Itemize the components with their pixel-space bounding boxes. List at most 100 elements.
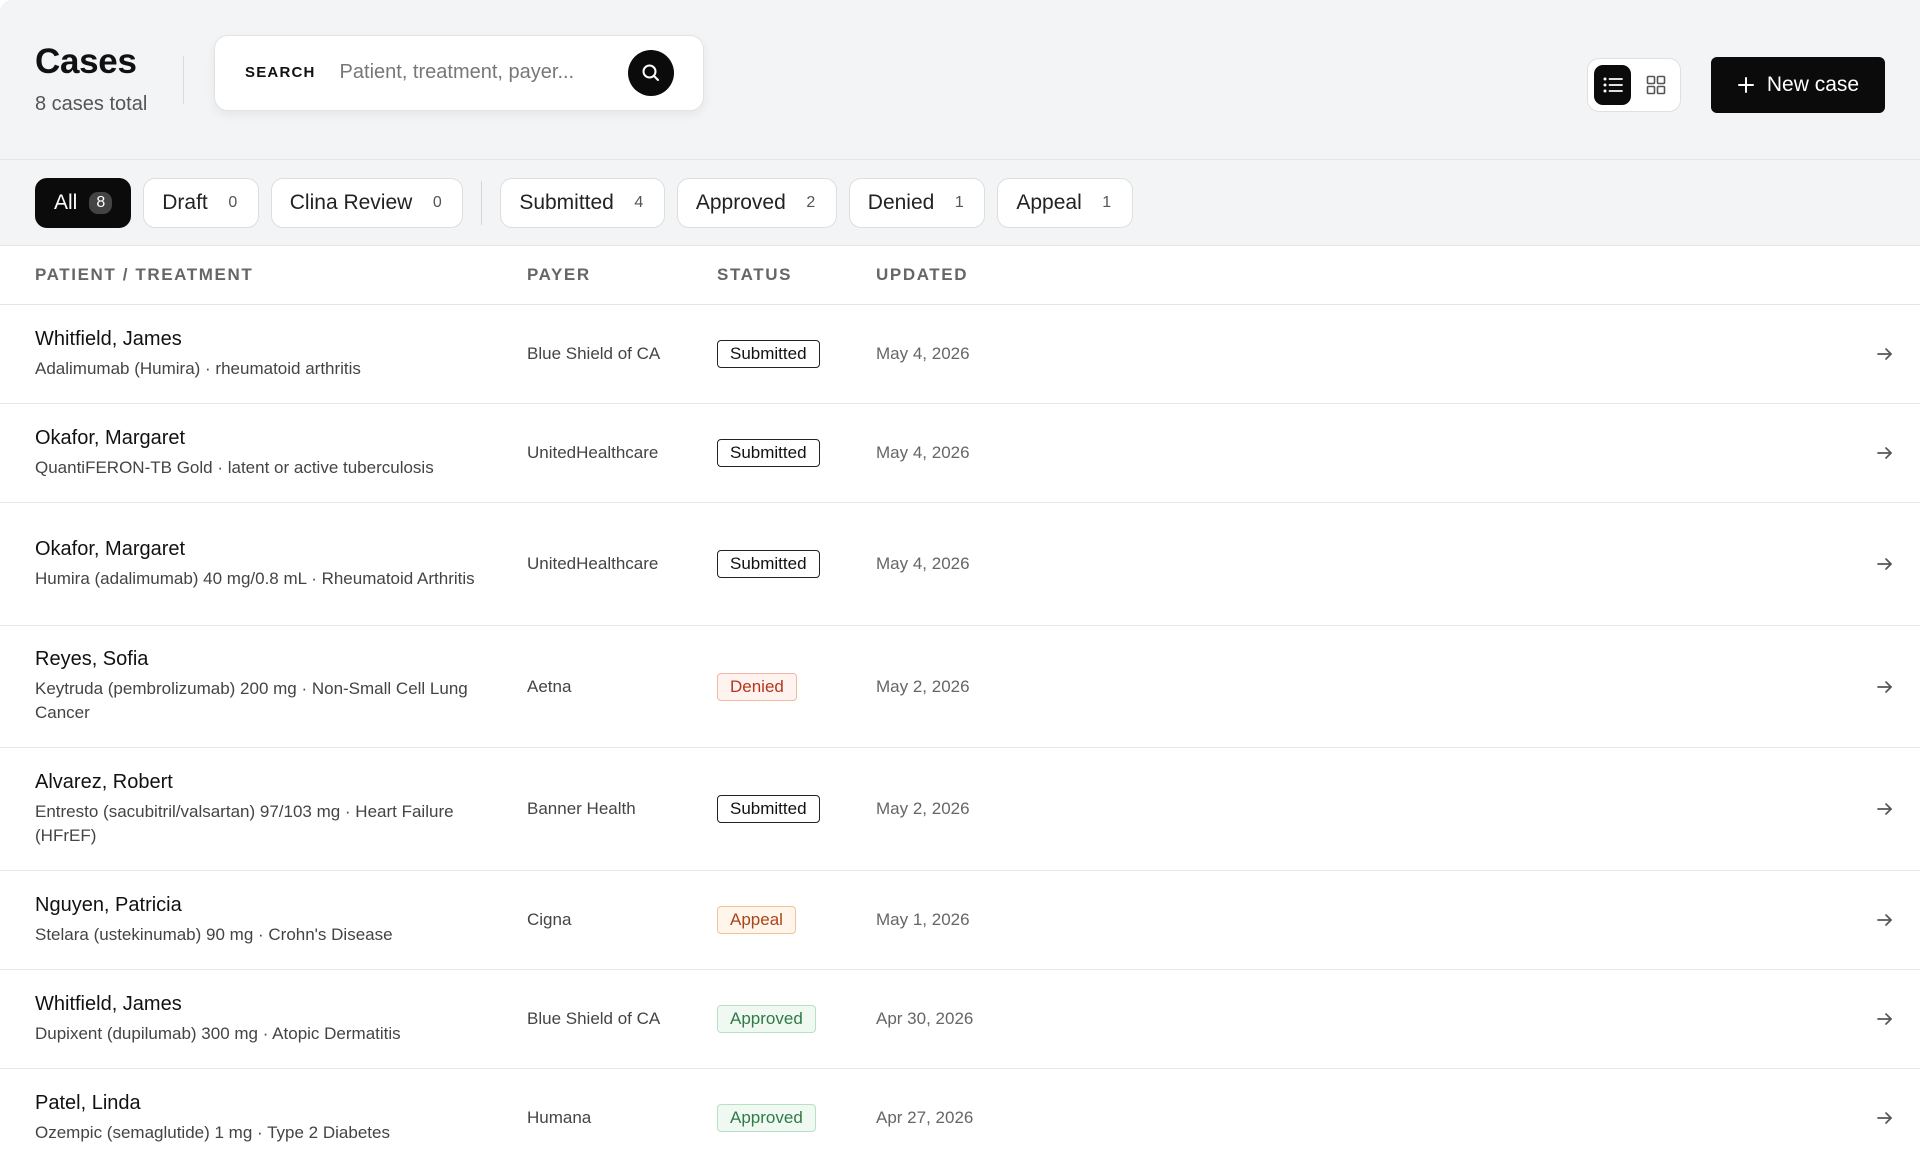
filter-label: Approved bbox=[695, 190, 786, 214]
table-row[interactable]: Okafor, Margaret QuantiFERON-TB Gold · l… bbox=[0, 404, 1920, 503]
grid-view-icon bbox=[1646, 75, 1665, 95]
table-row[interactable]: Nguyen, Patricia Stelara (ustekinumab) 9… bbox=[0, 871, 1920, 970]
status-cell: Submitted bbox=[717, 439, 876, 467]
status-cell: Approved bbox=[717, 1104, 876, 1132]
list-view-button[interactable] bbox=[1594, 65, 1631, 105]
filter-label: Denied bbox=[867, 190, 935, 214]
search-box: SEARCH bbox=[214, 34, 704, 111]
patient-name: Whitfield, James bbox=[35, 327, 182, 350]
updated-cell: Apr 27, 2026 bbox=[876, 1108, 974, 1127]
status-cell: Submitted bbox=[717, 340, 876, 368]
view-toggle bbox=[1587, 58, 1681, 112]
filter-count: 2 bbox=[806, 193, 816, 211]
filter-count: 4 bbox=[634, 193, 644, 211]
payer-cell: UnitedHealthcare bbox=[527, 443, 659, 462]
patient-cell: Whitfield, James Dupixent (dupilumab) 30… bbox=[35, 993, 527, 1046]
table-row[interactable]: Okafor, Margaret Humira (adalimumab) 40 … bbox=[0, 503, 1920, 626]
treatment-text: Dupixent (dupilumab) 300 mg · Atopic Der… bbox=[35, 1023, 401, 1043]
column-header-patient[interactable]: PATIENT / TREATMENT bbox=[35, 265, 527, 285]
table-row[interactable]: Alvarez, Robert Entresto (sacubitril/val… bbox=[0, 748, 1920, 871]
patient-name: Patel, Linda bbox=[35, 1091, 141, 1114]
status-badge: Submitted bbox=[717, 340, 820, 368]
patient-name: Whitfield, James bbox=[35, 992, 182, 1015]
status-badge: Denied bbox=[717, 672, 797, 701]
status-filter-bar: All 8 Draft 0 Clina Review 0 Submitted 4… bbox=[0, 160, 1920, 246]
table-row[interactable]: Patel, Linda Ozempic (semaglutide) 1 mg … bbox=[0, 1069, 1920, 1155]
status-badge: Approved bbox=[717, 1005, 816, 1033]
updated-cell: May 4, 2026 bbox=[876, 344, 970, 363]
column-header-updated[interactable]: UPDATED bbox=[876, 265, 1076, 285]
filter-count: 1 bbox=[954, 193, 964, 211]
new-case-label: New case bbox=[1766, 73, 1860, 96]
table-row[interactable]: Whitfield, James Adalimumab (Humira) · r… bbox=[0, 305, 1920, 404]
arrow-right-icon[interactable] bbox=[1874, 676, 1896, 698]
payer-cell: Humana bbox=[527, 1108, 592, 1127]
filter-label: Clina Review bbox=[289, 190, 413, 214]
status-cell: Submitted bbox=[717, 550, 876, 578]
search-input[interactable] bbox=[339, 61, 628, 84]
cases-count: 8 cases total bbox=[35, 93, 148, 116]
payer-cell: Blue Shield of CA bbox=[527, 1009, 661, 1028]
arrow-right-icon[interactable] bbox=[1874, 1008, 1896, 1030]
updated-cell: May 2, 2026 bbox=[876, 676, 970, 696]
status-cell: Approved bbox=[717, 1005, 876, 1033]
filter-chip-approved[interactable]: Approved 2 bbox=[676, 177, 837, 228]
treatment-text: Entresto (sacubitril/valsartan) 97/103 m… bbox=[35, 801, 454, 845]
patient-cell: Reyes, Sofia Keytruda (pembrolizumab) 20… bbox=[35, 648, 527, 725]
title-block: Cases 8 cases total bbox=[35, 42, 185, 117]
plus-icon bbox=[1737, 77, 1754, 93]
payer-cell: Blue Shield of CA bbox=[527, 344, 661, 363]
list-view-icon bbox=[1603, 77, 1623, 93]
column-header-status[interactable]: STATUS bbox=[717, 265, 876, 285]
patient-cell: Okafor, Margaret QuantiFERON-TB Gold · l… bbox=[35, 427, 527, 480]
filter-chip-denied[interactable]: Denied 1 bbox=[848, 177, 986, 228]
updated-cell: May 4, 2026 bbox=[876, 443, 970, 462]
search-icon bbox=[642, 64, 659, 81]
header-actions: New case bbox=[1587, 57, 1885, 113]
status-badge: Approved bbox=[717, 1104, 816, 1132]
table-row[interactable]: Reyes, Sofia Keytruda (pembrolizumab) 20… bbox=[0, 626, 1920, 748]
filter-count: 1 bbox=[1102, 193, 1112, 211]
payer-cell: Banner Health bbox=[527, 799, 636, 818]
filter-label: All bbox=[54, 190, 78, 214]
status-cell: Submitted bbox=[717, 795, 876, 823]
column-header-payer[interactable]: PAYER bbox=[527, 265, 717, 285]
grid-view-button[interactable] bbox=[1637, 65, 1674, 105]
filter-count: 0 bbox=[432, 193, 442, 211]
arrow-right-icon[interactable] bbox=[1874, 1107, 1896, 1129]
patient-cell: Whitfield, James Adalimumab (Humira) · r… bbox=[35, 328, 527, 381]
patient-cell: Alvarez, Robert Entresto (sacubitril/val… bbox=[35, 771, 527, 848]
patient-cell: Patel, Linda Ozempic (semaglutide) 1 mg … bbox=[35, 1092, 527, 1145]
filter-label: Submitted bbox=[519, 190, 614, 214]
treatment-text: Adalimumab (Humira) · rheumatoid arthrit… bbox=[35, 358, 361, 378]
patient-name: Nguyen, Patricia bbox=[35, 893, 182, 916]
updated-cell: May 4, 2026 bbox=[876, 554, 970, 573]
search-button[interactable] bbox=[628, 49, 674, 96]
arrow-right-icon[interactable] bbox=[1874, 343, 1896, 365]
cases-app: Cases 8 cases total SEARCH Patient, trea… bbox=[0, 0, 1920, 1155]
filter-chip-all[interactable]: All 8 bbox=[35, 177, 132, 228]
filter-chip-draft[interactable]: Draft 0 bbox=[143, 177, 259, 228]
new-case-button[interactable]: New case bbox=[1711, 57, 1885, 113]
filter-chip-clina-review[interactable]: Clina Review 0 bbox=[270, 177, 464, 228]
cases-table: PATIENT / TREATMENT PAYER STATUS UPDATED… bbox=[0, 246, 1920, 1155]
arrow-right-icon[interactable] bbox=[1874, 553, 1896, 575]
header-divider bbox=[183, 55, 184, 104]
updated-cell: May 2, 2026 bbox=[876, 799, 970, 818]
arrow-right-icon[interactable] bbox=[1874, 442, 1896, 464]
filter-label: Draft bbox=[162, 190, 208, 214]
filter-chip-submitted[interactable]: Submitted 4 bbox=[500, 177, 665, 228]
status-badge: Submitted bbox=[717, 550, 820, 578]
status-badge: Submitted bbox=[717, 439, 820, 467]
payer-cell: Cigna bbox=[527, 910, 572, 929]
filter-label: Appeal bbox=[1016, 190, 1082, 214]
arrow-right-icon[interactable] bbox=[1874, 909, 1896, 931]
arrow-right-icon[interactable] bbox=[1874, 798, 1896, 820]
patient-name: Okafor, Margaret bbox=[35, 426, 186, 449]
filter-chip-appeal[interactable]: Appeal 1 bbox=[997, 177, 1133, 228]
page-header: Cases 8 cases total SEARCH Patient, trea… bbox=[0, 0, 1920, 160]
filter-divider bbox=[481, 180, 483, 225]
table-row[interactable]: Whitfield, James Dupixent (dupilumab) 30… bbox=[0, 970, 1920, 1069]
treatment-text: Keytruda (pembrolizumab) 200 mg · Non-Sm… bbox=[35, 679, 468, 722]
search-label: SEARCH bbox=[245, 64, 316, 81]
